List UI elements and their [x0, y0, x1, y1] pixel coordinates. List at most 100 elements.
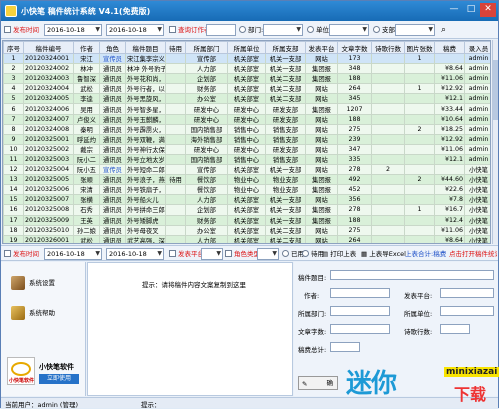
author-field[interactable] — [330, 288, 390, 298]
table-cell: 492 — [337, 174, 372, 186]
table-row[interactable]: 11 20120325003 阮小二 通讯员 外号立地太岁 国内销售部 销售中心 销售支部 网站… — [3, 153, 490, 166]
table-cell: 20120325009 — [23, 214, 74, 226]
fee-field[interactable] — [330, 342, 360, 352]
dept-select[interactable]: ▼ — [263, 24, 303, 36]
table-cell: admin — [464, 93, 490, 105]
column-header[interactable]: 发表平台 — [305, 41, 338, 54]
table-cell: 戴宗 — [73, 143, 100, 155]
publish-field[interactable] — [440, 288, 494, 298]
table-cell — [404, 103, 435, 115]
pending-radio[interactable]: 待用 — [302, 248, 324, 260]
table-row[interactable]: 6 20120324006 吴用 通讯员 外号智多星， 研发中心 研发中心 研发支部 集团报 12… — [3, 103, 490, 115]
branch-radio[interactable]: 支部: — [373, 24, 397, 36]
table-cell: 275 — [337, 123, 372, 135]
stats-link[interactable]: 点击打开稿件统计 — [449, 248, 497, 260]
publish-time-checkbox[interactable]: 发布时间 — [4, 24, 39, 36]
words-field[interactable] — [330, 324, 390, 334]
close-button[interactable]: ✕ — [480, 3, 496, 17]
table-row[interactable]: 12 20120325004 阮小五 宣传员 外号短命二郎 宣传部 机关部室 机关一支部 网站 2… — [3, 164, 490, 176]
table-row[interactable]: 1 20120324001 宋江 宣传员 宋江集李宗义 宣传部 机关部室 机关一支部 网站 173… — [3, 52, 490, 65]
table-cell: 集团报 — [305, 73, 338, 85]
print-table-button[interactable]: ▤ 打印上表 — [322, 248, 356, 260]
search-icon[interactable]: ⌕ — [441, 24, 446, 36]
minimize-button[interactable]: — — [446, 3, 462, 17]
column-header[interactable]: 待用 — [165, 41, 186, 54]
table-cell: 销售支部 — [265, 123, 306, 135]
unit-field[interactable] — [440, 306, 494, 316]
column-header[interactable]: 所属部门 — [185, 41, 228, 54]
title-field[interactable] — [330, 270, 494, 280]
column-header[interactable]: 诗歌行数 — [371, 41, 405, 54]
table-cell: 347 — [337, 143, 372, 155]
table-row[interactable]: 14 20120325006 宋清 通讯员 外号铁扇子， 餐饮部 物业中心 物业支部 集团报 45… — [3, 184, 490, 196]
unit-radio[interactable]: 单位: — [307, 24, 331, 36]
table-scrollbar[interactable] — [492, 40, 498, 244]
export-excel-button[interactable]: ▦ 上表导Excel — [361, 248, 406, 260]
table-row[interactable]: 15 20120325007 张横 通讯员 外号船火儿 人力部 机关部室 机关一支部 网站 356… — [3, 194, 490, 206]
table-cell: 宋江集李宗义 — [125, 52, 166, 65]
table-row[interactable]: 16 20120325008 石秀 通讯员 外号拼命三郎 企划部 机关部室 机关一支部 集团报 2… — [3, 204, 490, 216]
table-row[interactable]: 8 20120324008 秦明 通讯员 外号霹雳火， 国内销售部 销售中心 销售支部 网站 27… — [3, 123, 490, 135]
column-header[interactable]: 录入员 — [464, 41, 490, 54]
filter-time-checkbox[interactable]: 发布时间 — [4, 248, 39, 260]
filter-date-from[interactable]: 2016-10-18 ▼ — [44, 248, 102, 260]
column-header[interactable]: 所属支部 — [265, 41, 306, 54]
table-cell: 通讯员 — [99, 194, 126, 206]
table-row[interactable]: 7 20120324007 卢俊义 通讯员 外号玉麒麟， 研发中心 研发中心 研发支部 网站 18… — [3, 113, 490, 125]
table-cell: 机关部室 — [227, 52, 266, 65]
system-help-button[interactable]: 系统帮助 — [11, 304, 55, 322]
role-type-checkbox[interactable]: 角色类型 — [225, 248, 260, 260]
table-cell: admin — [464, 83, 490, 95]
date-from-select[interactable]: 2016-10-18 ▼ — [44, 24, 102, 36]
role-select[interactable]: ▼ — [257, 248, 279, 260]
column-header[interactable]: 图片张数 — [404, 41, 435, 54]
author-input[interactable] — [206, 24, 236, 36]
column-header[interactable]: 稿件题目 — [125, 41, 166, 54]
column-header[interactable]: 序号 — [3, 41, 24, 54]
table-row[interactable]: 2 20120324002 林冲 通讯员 林冲 外号豹子 人力部 机关部室 机关一支部 集团报 3… — [3, 63, 490, 75]
lines-field[interactable] — [440, 324, 470, 334]
used-radio[interactable]: 已用 — [282, 248, 304, 260]
table-cell: 武松 — [73, 234, 100, 243]
table-cell: ¥12.4 — [434, 214, 465, 226]
table-row[interactable]: 5 20120324005 李逵 通讯员 外号黑旋风， 办公室 机关部室 机关二支部 网站 345… — [3, 93, 490, 105]
branch-select[interactable]: ▼ — [395, 24, 435, 36]
column-header[interactable]: 稿费 — [434, 41, 465, 54]
table-cell: 275 — [337, 224, 372, 236]
scrollbar-thumb[interactable] — [493, 60, 498, 120]
dept-radio[interactable]: 部门: — [239, 24, 263, 36]
publish-platform-checkbox[interactable]: 发表平台 — [169, 248, 204, 260]
table-row[interactable]: 19 20120326001 武松 通讯员 武艺高强，深 人力部 机关部室 机关二支部 网站 26… — [3, 234, 490, 243]
column-header[interactable]: 角色 — [99, 41, 126, 54]
platform-select[interactable]: ▼ — [201, 248, 223, 260]
column-header[interactable]: 文章字数 — [337, 41, 372, 54]
table-row[interactable]: 18 20120325010 孙二娘 通讯员 外号母夜叉 办公室 机关部室 机关二支部 网站 27… — [3, 224, 490, 236]
date-to-select[interactable]: 2016-10-18 ▼ — [106, 24, 164, 36]
table-row[interactable]: 4 20120324004 武松 通讯员 外号行者，以 财务部 机关部室 机关二支部 网站 264… — [3, 83, 490, 95]
system-settings-button[interactable]: 系统设置 — [11, 274, 55, 292]
table-cell: 20120324008 — [23, 123, 74, 135]
column-header[interactable]: 稿件编号 — [23, 41, 74, 54]
table-cell — [371, 224, 405, 236]
table-row[interactable]: 320120324003鲁智深通讯员外号花和尚，力 企划部机关部室机关二支部集团报… — [3, 73, 490, 85]
confirm-button[interactable]: ✎ 确 — [298, 376, 338, 390]
author-checkbox[interactable]: 查询订作者 — [169, 24, 211, 36]
table-cell: 20120325005 — [23, 174, 74, 186]
table-row[interactable]: 10 20120325002 戴宗 通讯员 外号神行太保 研发中心 研发中心 研发支部 网站 34… — [3, 143, 490, 155]
maximize-button[interactable]: □ — [463, 3, 479, 17]
table-cell: 网站 — [305, 224, 338, 236]
table-row[interactable]: 9 20120325001 呼延灼 通讯员 外号双鞭，满 海外销售部 销售中心 销售支部 网站 2… — [3, 133, 490, 145]
dept-field[interactable] — [330, 306, 390, 316]
total-fee-link[interactable]: 上表合计:稿费 — [405, 248, 446, 260]
use-now-button[interactable]: 立即使用 — [39, 374, 79, 384]
table-cell: 20120325001 — [23, 133, 74, 145]
table-cell: 通讯员 — [99, 234, 126, 243]
unit-select[interactable]: ▼ — [329, 24, 369, 36]
content-paste-area[interactable]: 提示：请将稿件内容文案复制到这里 — [87, 262, 293, 396]
column-header[interactable]: 所属单位 — [227, 41, 266, 54]
table-cell: 通讯员 — [99, 133, 126, 145]
filter-date-to[interactable]: 2016-10-18 ▼ — [106, 248, 164, 260]
table-row[interactable]: 17 20120325009 王英 通讯员 外号矮脚虎 财务部 机关部室 机关一支部 集团报 18… — [3, 214, 490, 226]
table-row[interactable]: 13 20120325005 张顺 通讯员 外号浪子，燕 待用 餐饮部 物业中心 物业支部 集团报… — [3, 174, 490, 186]
column-header[interactable]: 作者 — [73, 41, 100, 54]
